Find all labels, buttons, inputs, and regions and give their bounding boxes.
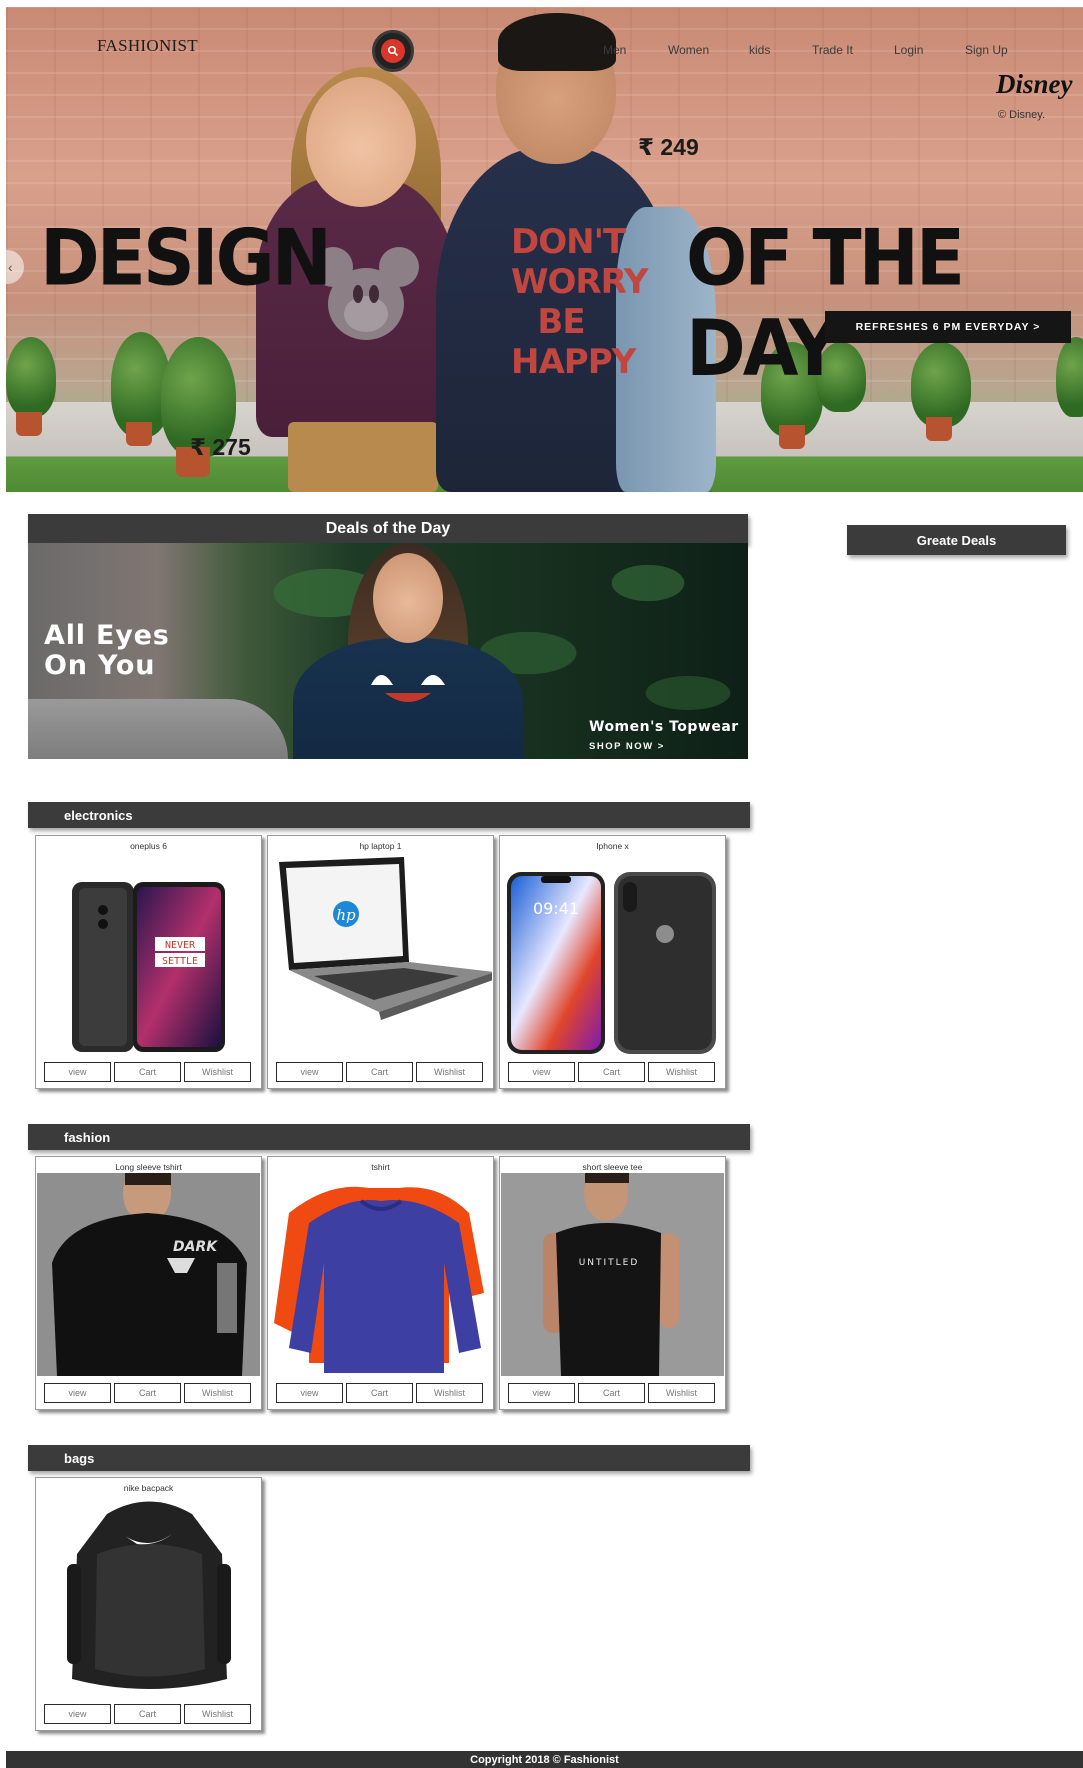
- disney-copyright: © Disney.: [998, 109, 1046, 121]
- product-actions: view Cart Wishlist: [276, 1062, 483, 1082]
- refresh-cta-button[interactable]: REFRESHES 6 PM EVERYDAY >: [825, 311, 1071, 343]
- pot-decoration: [779, 425, 805, 449]
- cart-button[interactable]: Cart: [114, 1383, 181, 1403]
- cart-button[interactable]: Cart: [114, 1062, 181, 1082]
- view-button[interactable]: view: [44, 1062, 111, 1082]
- product-card[interactable]: Long sleeve tshirt DARK view Cart Wishli…: [35, 1156, 262, 1410]
- hero-title-right: OF THE DAY: [686, 212, 965, 394]
- nav-men[interactable]: Men: [603, 43, 626, 57]
- deal-headline-line1: All Eyes: [44, 620, 170, 651]
- price-tag-man: ₹ 249: [638, 134, 699, 160]
- nav-women[interactable]: Women: [668, 43, 709, 57]
- iphone-clock-text: 09:41: [533, 899, 579, 918]
- shirt-print-text: UNTITLED: [579, 1258, 640, 1268]
- cart-button[interactable]: Cart: [346, 1062, 413, 1082]
- deal-headline-line2: On You: [44, 650, 156, 681]
- product-title[interactable]: Iphone x: [500, 841, 725, 851]
- model-woman-face: [306, 77, 416, 207]
- nav-trade-it[interactable]: Trade It: [812, 43, 853, 57]
- product-title[interactable]: tshirt: [268, 1162, 493, 1172]
- product-image[interactable]: 09:41: [501, 852, 724, 1055]
- phone-screen-text: SETTLE: [162, 956, 198, 967]
- product-card[interactable]: hp laptop 1 hp view Cart Wishlist: [267, 835, 494, 1089]
- product-image[interactable]: DARK: [37, 1173, 260, 1376]
- wishlist-button[interactable]: Wishlist: [416, 1383, 483, 1403]
- product-actions: view Cart Wishlist: [508, 1383, 715, 1403]
- product-title[interactable]: oneplus 6: [36, 841, 261, 851]
- product-actions: view Cart Wishlist: [508, 1062, 715, 1082]
- cart-button[interactable]: Cart: [578, 1062, 645, 1082]
- copyright-text: Copyright 2018 © Fashionist: [470, 1753, 619, 1766]
- deal-banner-headline: All Eyes On You: [44, 621, 170, 681]
- product-image[interactable]: UNTITLED: [501, 1173, 724, 1376]
- product-title[interactable]: short sleeve tee: [500, 1162, 725, 1172]
- cart-button[interactable]: Cart: [114, 1704, 181, 1724]
- section-fashion-heading: fashion: [28, 1124, 750, 1150]
- nav-login[interactable]: Login: [894, 43, 923, 57]
- cart-button[interactable]: Cart: [578, 1383, 645, 1403]
- model-man-hair: [498, 13, 616, 71]
- nav-kids[interactable]: kids: [749, 43, 770, 57]
- deal-model-face: [373, 553, 443, 643]
- view-button[interactable]: view: [276, 1383, 343, 1403]
- wishlist-button[interactable]: Wishlist: [184, 1062, 251, 1082]
- wishlist-button[interactable]: Wishlist: [184, 1704, 251, 1724]
- view-button[interactable]: view: [44, 1383, 111, 1403]
- hp-logo-text: hp: [336, 906, 356, 924]
- disney-logo: Disney: [996, 69, 1073, 99]
- product-card[interactable]: nike bacpack view Cart Wishlist: [35, 1477, 262, 1731]
- product-actions: view Cart Wishlist: [276, 1383, 483, 1403]
- view-button[interactable]: view: [44, 1704, 111, 1724]
- product-card[interactable]: oneplus 6 NEVER SETTLE view Cart Wishlis…: [35, 835, 262, 1089]
- hero-banner[interactable]: DON'T WORRY BE HAPPY FASHIONIST Men Wome…: [6, 7, 1083, 492]
- search-icon: [381, 39, 405, 63]
- deal-banner-category: Women's Topwear: [589, 719, 739, 735]
- product-title[interactable]: Long sleeve tshirt: [36, 1162, 261, 1172]
- pot-decoration: [16, 412, 42, 436]
- deals-heading: Deals of the Day: [28, 514, 748, 544]
- wishlist-button[interactable]: Wishlist: [416, 1062, 483, 1082]
- greate-deals-button[interactable]: Greate Deals: [847, 525, 1066, 555]
- phone-screen-text: NEVER: [165, 940, 196, 951]
- product-card[interactable]: Iphone x 09:41 view Cart Wishlist: [499, 835, 726, 1089]
- product-card[interactable]: tshirt view Cart Wishlist: [267, 1156, 494, 1410]
- product-image[interactable]: [269, 1173, 492, 1376]
- product-actions: view Cart Wishlist: [44, 1062, 251, 1082]
- product-image[interactable]: NEVER SETTLE: [37, 852, 260, 1055]
- eyes-print-icon: [371, 675, 445, 702]
- wishlist-button[interactable]: Wishlist: [648, 1062, 715, 1082]
- product-image[interactable]: hp: [269, 852, 492, 1055]
- nav-sign-up[interactable]: Sign Up: [965, 43, 1008, 57]
- footer: Copyright 2018 © Fashionist: [6, 1751, 1083, 1768]
- product-title[interactable]: hp laptop 1: [268, 841, 493, 851]
- product-title[interactable]: nike bacpack: [36, 1483, 261, 1493]
- tee-print-text: DON'T WORRY BE HAPPY: [511, 222, 649, 382]
- product-actions: view Cart Wishlist: [44, 1704, 251, 1724]
- product-image[interactable]: [37, 1494, 260, 1697]
- plant-decoration: [6, 337, 56, 417]
- shop-now-link[interactable]: SHOP NOW >: [589, 741, 665, 752]
- model-woman-skirt: [288, 422, 438, 492]
- pot-decoration: [926, 417, 952, 441]
- wishlist-button[interactable]: Wishlist: [648, 1383, 715, 1403]
- cart-button[interactable]: Cart: [346, 1383, 413, 1403]
- section-electronics-heading: electronics: [28, 802, 750, 828]
- section-bags-heading: bags: [28, 1445, 750, 1471]
- search-button[interactable]: [372, 30, 414, 72]
- view-button[interactable]: view: [508, 1062, 575, 1082]
- brand-logo[interactable]: FASHIONIST: [97, 36, 198, 56]
- wishlist-button[interactable]: Wishlist: [184, 1383, 251, 1403]
- floor-background: [28, 699, 288, 759]
- shirt-print-text: DARK: [173, 1239, 218, 1255]
- price-tag-woman: ₹ 275: [190, 434, 251, 460]
- pot-decoration: [126, 422, 152, 446]
- hero-title-left: DESIGN: [40, 212, 332, 303]
- product-actions: view Cart Wishlist: [44, 1383, 251, 1403]
- view-button[interactable]: view: [276, 1062, 343, 1082]
- view-button[interactable]: view: [508, 1383, 575, 1403]
- deals-banner[interactable]: All Eyes On You Women's Topwear SHOP NOW…: [28, 543, 748, 759]
- chevron-left-icon: ‹: [8, 259, 13, 275]
- product-card[interactable]: short sleeve tee UNTITLED view Cart Wish…: [499, 1156, 726, 1410]
